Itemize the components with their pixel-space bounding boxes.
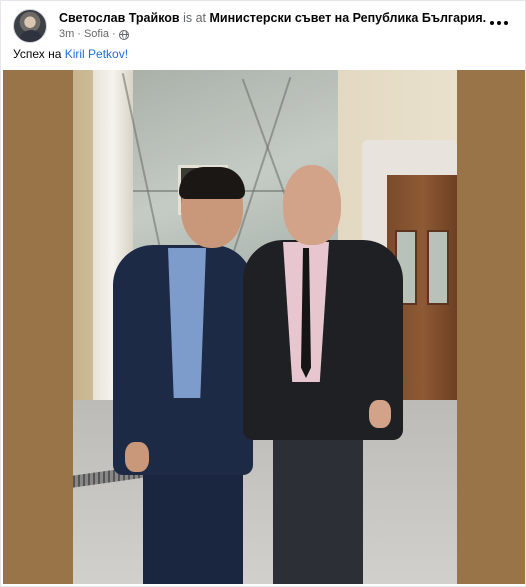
person-right-face: [283, 165, 341, 245]
person-left-hand: [125, 442, 149, 472]
author-name[interactable]: Светослав Трайков: [59, 11, 180, 25]
meta-separator: ·: [112, 28, 116, 40]
post-header: Светослав Трайков is at Министерски съве…: [13, 9, 513, 45]
post-text-prefix: Успех на: [13, 47, 65, 61]
is-at-text: is at: [183, 11, 207, 25]
photo-scene: [73, 70, 457, 584]
person-right-trousers: [273, 430, 363, 584]
post-location[interactable]: Sofia: [84, 28, 109, 41]
place-name[interactable]: Министерски съвет на Република България.: [210, 11, 487, 25]
post-text: Успех на Kiril Petkov!: [13, 47, 128, 62]
person-right-hand: [369, 400, 391, 428]
post-card: Светослав Трайков is at Министерски съве…: [0, 0, 526, 587]
person-left-hair: [179, 167, 245, 199]
more-horizontal-icon: [490, 21, 494, 25]
mention-link[interactable]: Kiril Petkov!: [65, 47, 128, 61]
globe-icon[interactable]: [118, 29, 129, 40]
more-horizontal-icon: [497, 21, 501, 25]
post-timestamp[interactable]: 3m: [59, 28, 74, 41]
person-left-trousers: [143, 465, 243, 584]
avatar-figure: [19, 30, 43, 42]
meta-separator: ·: [77, 28, 81, 40]
post-photo[interactable]: [3, 70, 525, 584]
more-options-button[interactable]: [485, 13, 513, 33]
door-glass: [427, 230, 449, 305]
person-left-shirt: [168, 248, 206, 398]
more-horizontal-icon: [504, 21, 508, 25]
post-meta: 3m · Sofia ·: [59, 28, 129, 41]
avatar[interactable]: [13, 9, 47, 43]
post-header-line: Светослав Трайков is at Министерски съве…: [59, 11, 486, 26]
